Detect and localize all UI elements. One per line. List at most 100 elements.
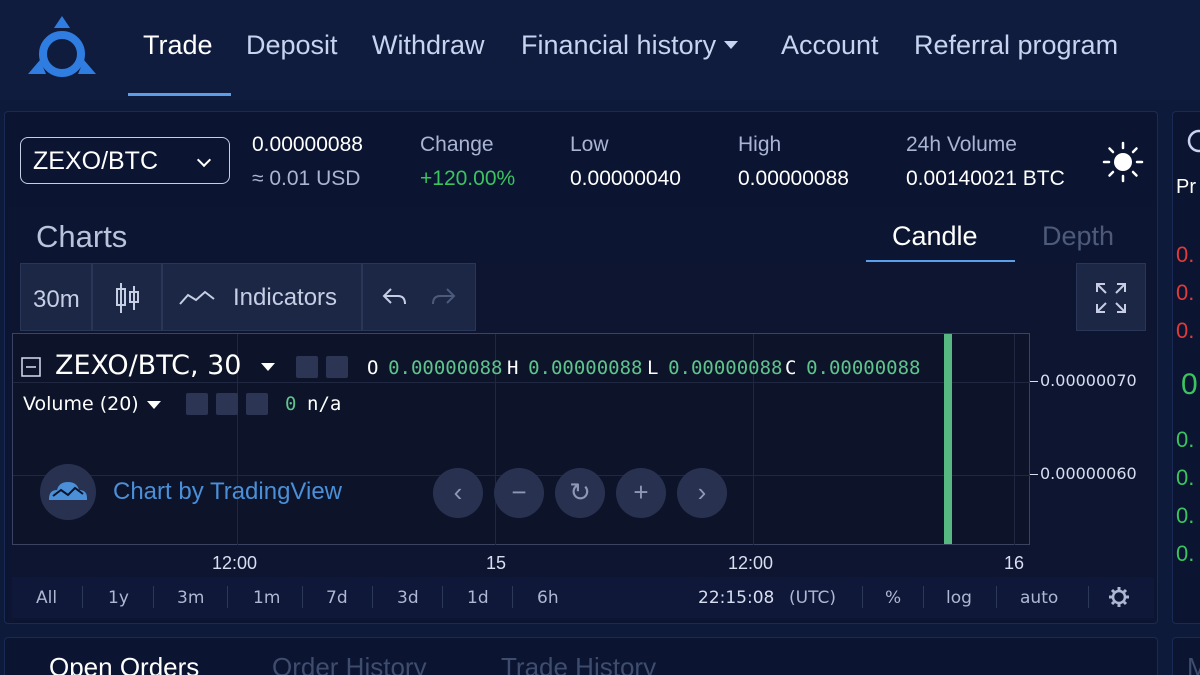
fullscreen-button[interactable]: [1076, 263, 1146, 331]
volume-indicator-label[interactable]: Volume (20): [23, 393, 139, 415]
tab-depth[interactable]: Depth: [1042, 221, 1114, 252]
divider: [996, 586, 997, 608]
divider: [227, 586, 228, 608]
divider: [302, 586, 303, 608]
range-selector-bar: All 1y 3m 1m 7d 3d 1d 6h 22:15:08 (UTC) …: [12, 577, 1154, 618]
range-1d[interactable]: 1d: [467, 588, 489, 608]
redo-icon[interactable]: [431, 286, 457, 308]
eye-icon[interactable]: [186, 393, 208, 415]
last-price: 0.00000088: [252, 133, 363, 156]
gear-icon[interactable]: [1108, 586, 1130, 608]
time-axis-label: 15: [486, 553, 507, 573]
close-icon[interactable]: [246, 393, 268, 415]
active-nav-indicator: [128, 93, 231, 96]
ohlc-high-value: 0.00000088: [528, 357, 643, 379]
range-6h[interactable]: 6h: [537, 588, 559, 608]
tab-order-history[interactable]: Order History: [272, 652, 427, 675]
market-panel: ZEXO/BTC 0.00000088 ≈ 0.01 USD Change +1…: [4, 111, 1158, 624]
range-all[interactable]: All: [36, 588, 57, 608]
nav-referral-program[interactable]: Referral program: [914, 30, 1118, 61]
panel-header-icon: [1187, 129, 1200, 153]
divider: [512, 586, 513, 608]
scroll-right-button[interactable]: ›: [677, 468, 727, 518]
time-axis: 12:00 15 12:00 16: [12, 545, 1154, 577]
volume-indicator-na: n/a: [307, 393, 342, 415]
price-axis: 0.00000070 0.00000060: [1030, 333, 1154, 545]
nav-deposit[interactable]: Deposit: [246, 30, 338, 61]
active-tab-indicator: [866, 260, 1015, 262]
pair-selector-label: ZEXO/BTC: [33, 147, 159, 175]
usd-value: ≈ 0.01 USD: [252, 167, 361, 190]
range-3m[interactable]: 3m: [177, 588, 204, 608]
zoom-in-button[interactable]: +: [616, 468, 666, 518]
ticker-bar: ZEXO/BTC 0.00000088 ≈ 0.01 USD Change +1…: [5, 112, 1159, 207]
tab-open-orders[interactable]: Open Orders: [49, 652, 199, 675]
gear-icon[interactable]: [326, 356, 348, 378]
undo-redo-group: [362, 263, 476, 331]
range-7d[interactable]: 7d: [326, 588, 348, 608]
nav-financial-history-label: Financial history: [521, 30, 717, 60]
chevron-down-icon: [147, 401, 161, 409]
nav-account[interactable]: Account: [781, 30, 879, 61]
price-axis-label: 0.00000070: [1040, 371, 1137, 390]
price-axis-label: 0.00000060: [1040, 464, 1137, 483]
reset-chart-button[interactable]: ↻: [555, 468, 605, 518]
range-1m[interactable]: 1m: [253, 588, 280, 608]
scroll-left-button[interactable]: ‹: [433, 468, 483, 518]
eye-icon[interactable]: [296, 356, 318, 378]
nav-trade[interactable]: Trade: [143, 30, 213, 61]
collapse-legend-icon[interactable]: [21, 357, 41, 377]
range-1y[interactable]: 1y: [108, 588, 129, 608]
ohlc-low-value: 0.00000088: [668, 357, 783, 379]
low-label: Low: [570, 133, 609, 156]
mid-price: 0: [1181, 368, 1198, 401]
volume-label: 24h Volume: [906, 133, 1017, 156]
charts-card: Charts Candle Depth 30m Indicators ZEXO/…: [8, 207, 1156, 622]
zoom-out-button[interactable]: −: [494, 468, 544, 518]
divider: [923, 586, 924, 608]
gear-icon[interactable]: [216, 393, 238, 415]
market-trades-panel: M: [1172, 637, 1200, 675]
bid-price[interactable]: 0.: [1176, 503, 1194, 529]
indicators-button[interactable]: Indicators: [162, 263, 362, 331]
candle-type-button[interactable]: [92, 263, 162, 331]
ohlc-open-label: O: [367, 357, 379, 379]
scale-percent[interactable]: %: [885, 588, 901, 608]
theme-toggle-sun-icon[interactable]: [1101, 140, 1145, 184]
bid-price[interactable]: 0.: [1176, 541, 1194, 567]
bid-price[interactable]: 0.: [1176, 427, 1194, 453]
interval-button[interactable]: 30m: [20, 263, 92, 331]
tab-trade-history[interactable]: Trade History: [501, 652, 656, 675]
scale-log[interactable]: log: [946, 588, 972, 608]
undo-icon[interactable]: [381, 286, 407, 308]
indicators-label: Indicators: [233, 284, 338, 311]
range-3d[interactable]: 3d: [397, 588, 419, 608]
nav-financial-history[interactable]: Financial history: [521, 30, 739, 61]
ask-price[interactable]: 0.: [1176, 280, 1194, 306]
bid-price[interactable]: 0.: [1176, 465, 1194, 491]
divider: [372, 586, 373, 608]
legend-symbol[interactable]: ZEXO/BTC, 30: [55, 350, 241, 381]
tab-candle[interactable]: Candle: [892, 221, 978, 252]
volume-bar: [944, 334, 952, 544]
chart-timezone[interactable]: (UTC): [789, 588, 836, 608]
divider: [82, 586, 83, 608]
exchange-logo-icon[interactable]: [24, 14, 100, 80]
chevron-down-icon: [196, 152, 212, 168]
pair-selector[interactable]: ZEXO/BTC: [20, 137, 230, 184]
nav-withdraw[interactable]: Withdraw: [372, 30, 485, 61]
grid-line: [13, 382, 1031, 383]
tradingview-watermark[interactable]: Chart by TradingView: [113, 478, 342, 506]
volume-indicator-value: 0: [285, 393, 297, 415]
divider: [442, 586, 443, 608]
tradingview-cloud-icon[interactable]: [35, 464, 101, 520]
ask-price[interactable]: 0.: [1176, 242, 1194, 268]
charts-title: Charts: [36, 219, 128, 254]
scale-auto[interactable]: auto: [1020, 588, 1058, 608]
change-value: +120.00%: [420, 167, 516, 190]
ohlc-low-label: L: [647, 357, 659, 379]
ask-price[interactable]: 0.: [1176, 318, 1194, 344]
divider: [153, 586, 154, 608]
time-axis-label: 16: [1004, 553, 1025, 573]
price-tick: [1030, 474, 1038, 475]
